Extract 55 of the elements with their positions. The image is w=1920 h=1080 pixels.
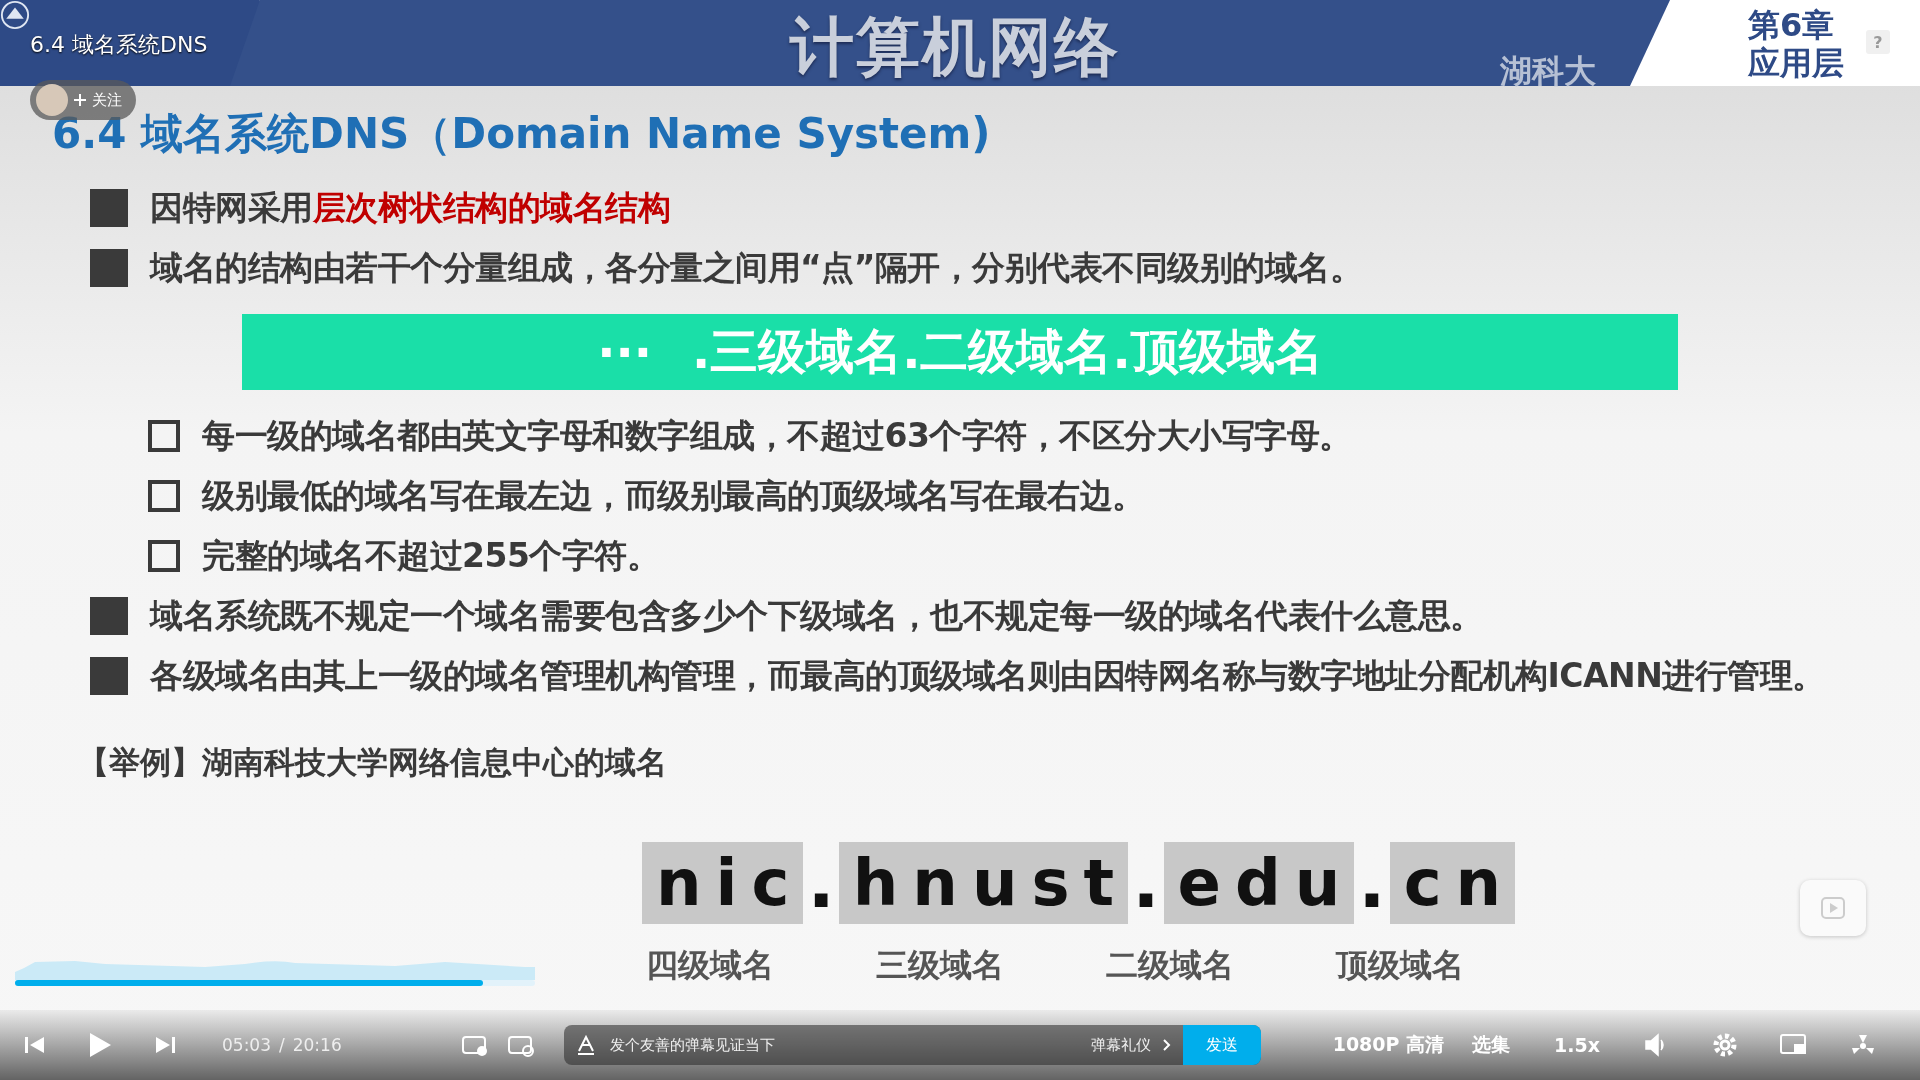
current-time: 05:03 [222, 1035, 271, 1055]
chevron-right-icon [1162, 1039, 1171, 1051]
domain-dot: . [806, 840, 836, 924]
previous-button[interactable] [24, 1035, 46, 1055]
bullet-text: 各级域名由其上一级的域名管理机构管理，而最高的顶级域名则由因特网名称与数字地址分配机构ICANN进行管理。 [150, 654, 1825, 697]
domain-dot: . [1357, 840, 1387, 924]
danmaku-toggle-icon[interactable] [461, 1033, 488, 1057]
logo-icon [0, 0, 30, 30]
level-label: 三级域名 [876, 945, 1005, 986]
chapter-number: 第6章 [1748, 6, 1836, 44]
play-icon [1820, 895, 1846, 921]
domain-label: nic [642, 842, 804, 924]
checkbox-icon [148, 480, 180, 512]
etiquette-link[interactable]: 弹幕礼仪 [1084, 1034, 1157, 1056]
bullet-text: 级别最低的域名写在最左边，而级别最高的顶级域名写在最右边。 [202, 474, 1145, 517]
bullet-text: 域名的结构由若干个分量组成，各分量之间用“点”隔开，分别代表不同级别的域名。 [150, 246, 1363, 289]
square-bullet-icon [90, 249, 128, 287]
domain-label: edu [1163, 842, 1355, 924]
settings-icon[interactable] [1712, 1032, 1738, 1058]
header-title: 计算机网络 [790, 9, 1120, 86]
domain-label: hnust [838, 842, 1129, 924]
send-button[interactable]: 发送 [1182, 1025, 1261, 1065]
danmaku-settings-icon[interactable] [507, 1033, 534, 1057]
picture-in-picture-icon[interactable] [1780, 1034, 1808, 1056]
domain-pattern-banner: ··· .三级域名.二级域名.顶级域名 [242, 314, 1678, 390]
square-bullet-icon [90, 657, 128, 695]
play-button[interactable] [88, 1032, 112, 1058]
quality-button[interactable]: 1080P 高清 [1332, 1032, 1445, 1058]
square-bullet-icon [90, 597, 128, 635]
total-time: 20:16 [292, 1035, 342, 1055]
domain-dot: . [1131, 840, 1161, 924]
bullet-text: 因特网采用层次树状结构的域名结构 [150, 186, 670, 229]
checkbox-icon [148, 420, 180, 452]
level-label: 二级域名 [1106, 945, 1235, 986]
danmaku-input[interactable]: 发个友善的弹幕见证当下 弹幕礼仪 发送 [563, 1025, 1261, 1065]
time-separator: / [279, 1035, 285, 1055]
header-subtitle: 湖科大 [1500, 51, 1596, 92]
help-badge[interactable]: ? [1866, 30, 1890, 54]
checkbox-icon [148, 540, 180, 572]
level-label: 顶级域名 [1336, 945, 1465, 986]
square-bullet-icon [90, 189, 128, 227]
plus-icon [74, 94, 86, 106]
bullet-text: 域名系统既不规定一个域名需要包含多少个下级域名，也不规定每一级的域名代表什么意思。 [150, 594, 1483, 637]
speed-button[interactable]: 1.5x [1554, 1034, 1600, 1056]
example-text: 【举例】湖南科技大学网络信息中心的域名 [78, 743, 668, 782]
video-title: 6.4 域名系统DNS [30, 31, 208, 59]
chapter-name: 应用层 [1748, 44, 1844, 82]
bullet-text: 完整的域名不超过255个字符。 [202, 534, 660, 577]
avatar-icon [36, 84, 68, 116]
episodes-button[interactable]: 选集 [1472, 1032, 1511, 1058]
next-button[interactable] [154, 1035, 176, 1055]
text-style-icon [575, 1035, 596, 1055]
bullet-text: 每一级的域名都由英文字母和数字组成，不超过63个字符，不区分大小写字母。 [202, 414, 1352, 457]
level-label: 四级域名 [646, 945, 775, 986]
domain-label: cn [1389, 842, 1516, 924]
